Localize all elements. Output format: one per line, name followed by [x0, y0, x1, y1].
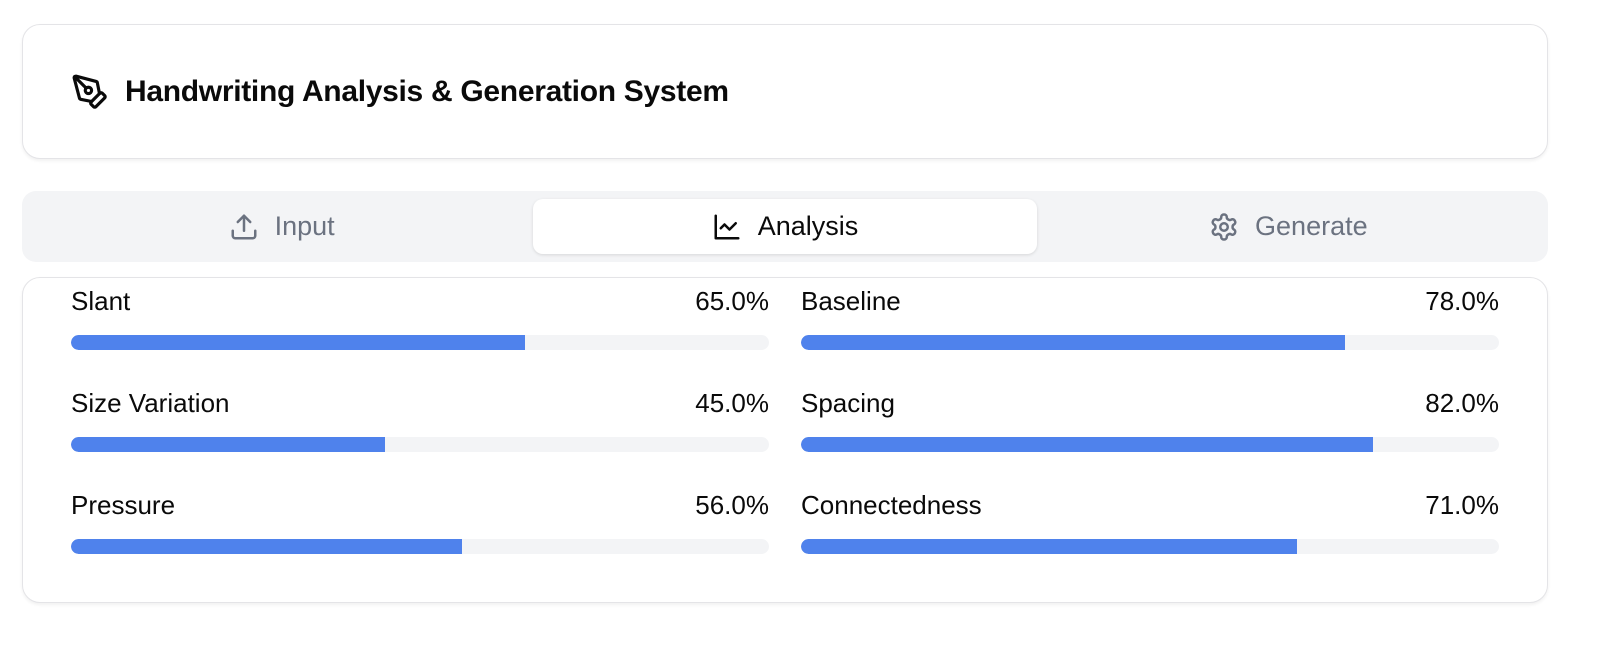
progress-fill [801, 437, 1374, 452]
metric-label: Pressure [71, 489, 176, 520]
progress-fill [71, 539, 462, 554]
page-title: Handwriting Analysis & Generation System [125, 74, 729, 108]
progress-track [71, 539, 769, 554]
progress-track [801, 335, 1499, 350]
metrics-grid: Slant 65.0% Baseline 78.0% Size Variatio… [71, 282, 1499, 588]
tab-input[interactable]: Input [30, 199, 533, 254]
tab-list: Input Analysis Generate [22, 191, 1548, 262]
progress-track [71, 437, 769, 452]
tab-input-label: Input [274, 211, 335, 241]
metric-value: 78.0% [1425, 285, 1499, 316]
line-chart-icon [712, 212, 742, 242]
metric-value: 65.0% [695, 285, 769, 316]
metric-label: Baseline [801, 285, 901, 316]
settings-icon [1209, 212, 1239, 242]
progress-fill [801, 539, 1297, 554]
upload-icon [229, 212, 259, 242]
metric-slant: Slant 65.0% [71, 282, 769, 384]
pen-tool-icon [71, 73, 109, 111]
metric-connectedness: Connectedness 71.0% [801, 486, 1499, 588]
header-card: Handwriting Analysis & Generation System [22, 24, 1548, 159]
tab-generate-label: Generate [1255, 211, 1368, 241]
metric-value: 56.0% [695, 489, 769, 520]
progress-fill [71, 335, 525, 350]
metric-value: 82.0% [1425, 387, 1499, 418]
metric-spacing: Spacing 82.0% [801, 384, 1499, 486]
progress-track [71, 335, 769, 350]
metric-size-variation: Size Variation 45.0% [71, 384, 769, 486]
metric-pressure: Pressure 56.0% [71, 486, 769, 588]
tab-generate[interactable]: Generate [1037, 199, 1540, 254]
metric-label: Slant [71, 285, 131, 316]
progress-track [801, 539, 1499, 554]
metrics-card: Slant 65.0% Baseline 78.0% Size Variatio… [22, 277, 1548, 603]
metric-baseline: Baseline 78.0% [801, 282, 1499, 384]
metric-label: Connectedness [801, 489, 982, 520]
progress-fill [71, 437, 386, 452]
metric-label: Spacing [801, 387, 895, 418]
progress-track [801, 437, 1499, 452]
tab-analysis-label: Analysis [757, 211, 859, 241]
metric-label: Size Variation [71, 387, 230, 418]
tab-analysis[interactable]: Analysis [533, 199, 1037, 254]
metric-value: 45.0% [695, 387, 769, 418]
metric-value: 71.0% [1425, 489, 1499, 520]
progress-fill [801, 335, 1346, 350]
